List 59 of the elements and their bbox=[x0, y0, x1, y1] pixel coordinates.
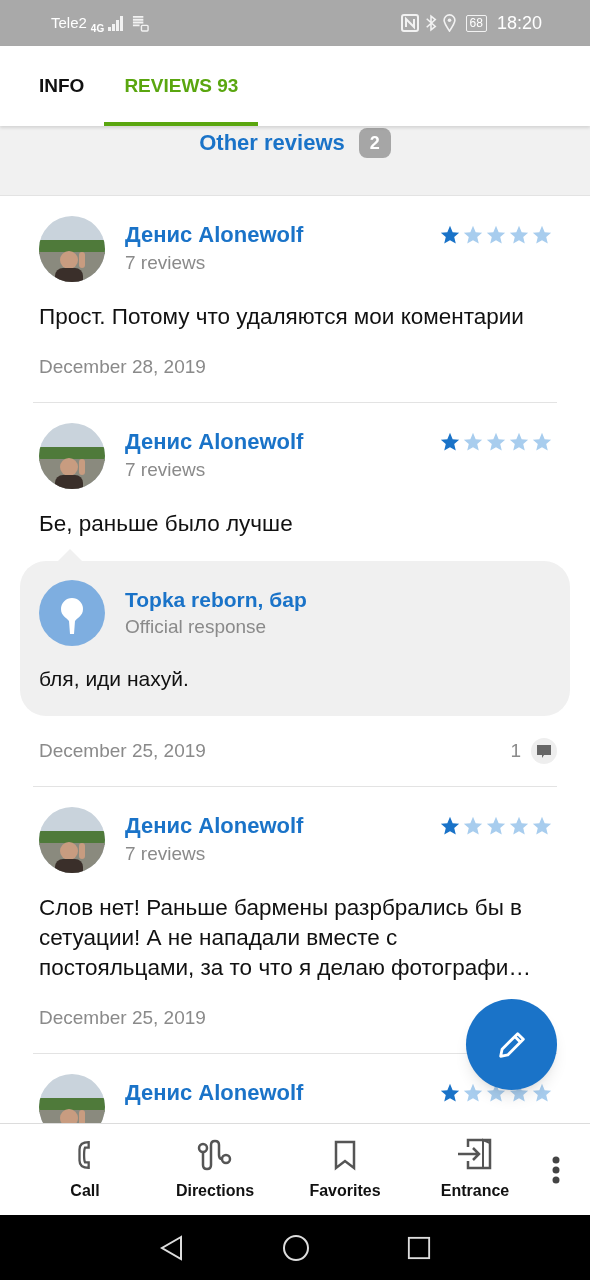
star-icon bbox=[462, 224, 484, 246]
review-text: Бе, раньше было лучше bbox=[38, 510, 294, 538]
star-icon bbox=[439, 224, 461, 246]
star-icon bbox=[531, 224, 553, 246]
action-button[interactable]: Entrance bbox=[410, 1136, 540, 1203]
star-icon bbox=[531, 815, 553, 837]
star-icon bbox=[531, 431, 553, 453]
pin-icon bbox=[39, 580, 105, 646]
nfc-icon bbox=[400, 14, 419, 32]
star-icon bbox=[485, 224, 507, 246]
bookmark-icon bbox=[333, 1138, 357, 1171]
battery-level: 68 bbox=[465, 14, 487, 32]
author-name[interactable]: Денис Alonewolf bbox=[125, 1078, 419, 1108]
review-date: December 25, 2019 bbox=[39, 738, 206, 763]
official-response-label: Official response bbox=[125, 615, 268, 639]
star-icon bbox=[508, 224, 530, 246]
comment-icon[interactable] bbox=[531, 738, 557, 764]
star-icon bbox=[508, 431, 530, 453]
carrier-name: Tele2 bbox=[51, 12, 87, 33]
bluetooth-icon bbox=[424, 14, 437, 32]
star-icon bbox=[462, 1082, 484, 1104]
review-text: Слов нет! Раньше бармены разрбрались бы в сетуации! А не нападали вместе с постояльцами, за то что я делаю фотографи… bbox=[38, 894, 532, 982]
signal-icon bbox=[108, 15, 125, 31]
review-date: December 28, 2019 bbox=[39, 354, 206, 379]
business-name[interactable]: Topka reborn, бар bbox=[125, 586, 307, 614]
status-time: 18:20 bbox=[496, 11, 542, 35]
author-name[interactable]: Денис Alonewolf bbox=[125, 220, 419, 250]
action-button[interactable]: Directions bbox=[150, 1136, 280, 1203]
recents-icon[interactable] bbox=[407, 1235, 432, 1260]
author-name[interactable]: Денис Alonewolf bbox=[125, 811, 419, 841]
star-icon bbox=[439, 1082, 461, 1104]
star-icon bbox=[485, 431, 507, 453]
other-reviews-link[interactable]: Other reviews bbox=[199, 128, 345, 158]
more-icon[interactable] bbox=[552, 1155, 560, 1184]
star-icon bbox=[439, 431, 461, 453]
review-text: Прост. Потому что удаляются мои коментарии bbox=[38, 303, 525, 331]
action-button[interactable]: Call bbox=[20, 1136, 150, 1203]
network-type: 4G bbox=[90, 21, 105, 36]
review-date: December 25, 2019 bbox=[39, 1005, 206, 1030]
tab[interactable]: INFO bbox=[19, 46, 105, 126]
home-icon[interactable] bbox=[282, 1233, 310, 1262]
star-icon bbox=[462, 431, 484, 453]
comment-count: 1 bbox=[510, 738, 521, 763]
star-icon bbox=[508, 815, 530, 837]
route-icon bbox=[197, 1138, 233, 1171]
author-review-count: 7 reviews bbox=[125, 458, 207, 482]
author-review-count: 7 reviews bbox=[125, 842, 207, 866]
back-icon[interactable] bbox=[158, 1234, 185, 1261]
location-icon bbox=[442, 14, 456, 32]
star-icon bbox=[531, 1082, 553, 1104]
author-name[interactable]: Денис Alonewolf bbox=[125, 427, 419, 457]
response-text: бля, иди нахуй. bbox=[39, 666, 190, 692]
star-icon bbox=[462, 815, 484, 837]
other-reviews-count: 2 bbox=[358, 128, 391, 158]
author-review-count: 7 reviews bbox=[125, 251, 207, 275]
entrance-icon bbox=[457, 1136, 493, 1171]
star-icon bbox=[439, 815, 461, 837]
star-icon bbox=[485, 815, 507, 837]
action-button[interactable]: Favorites bbox=[280, 1136, 410, 1203]
